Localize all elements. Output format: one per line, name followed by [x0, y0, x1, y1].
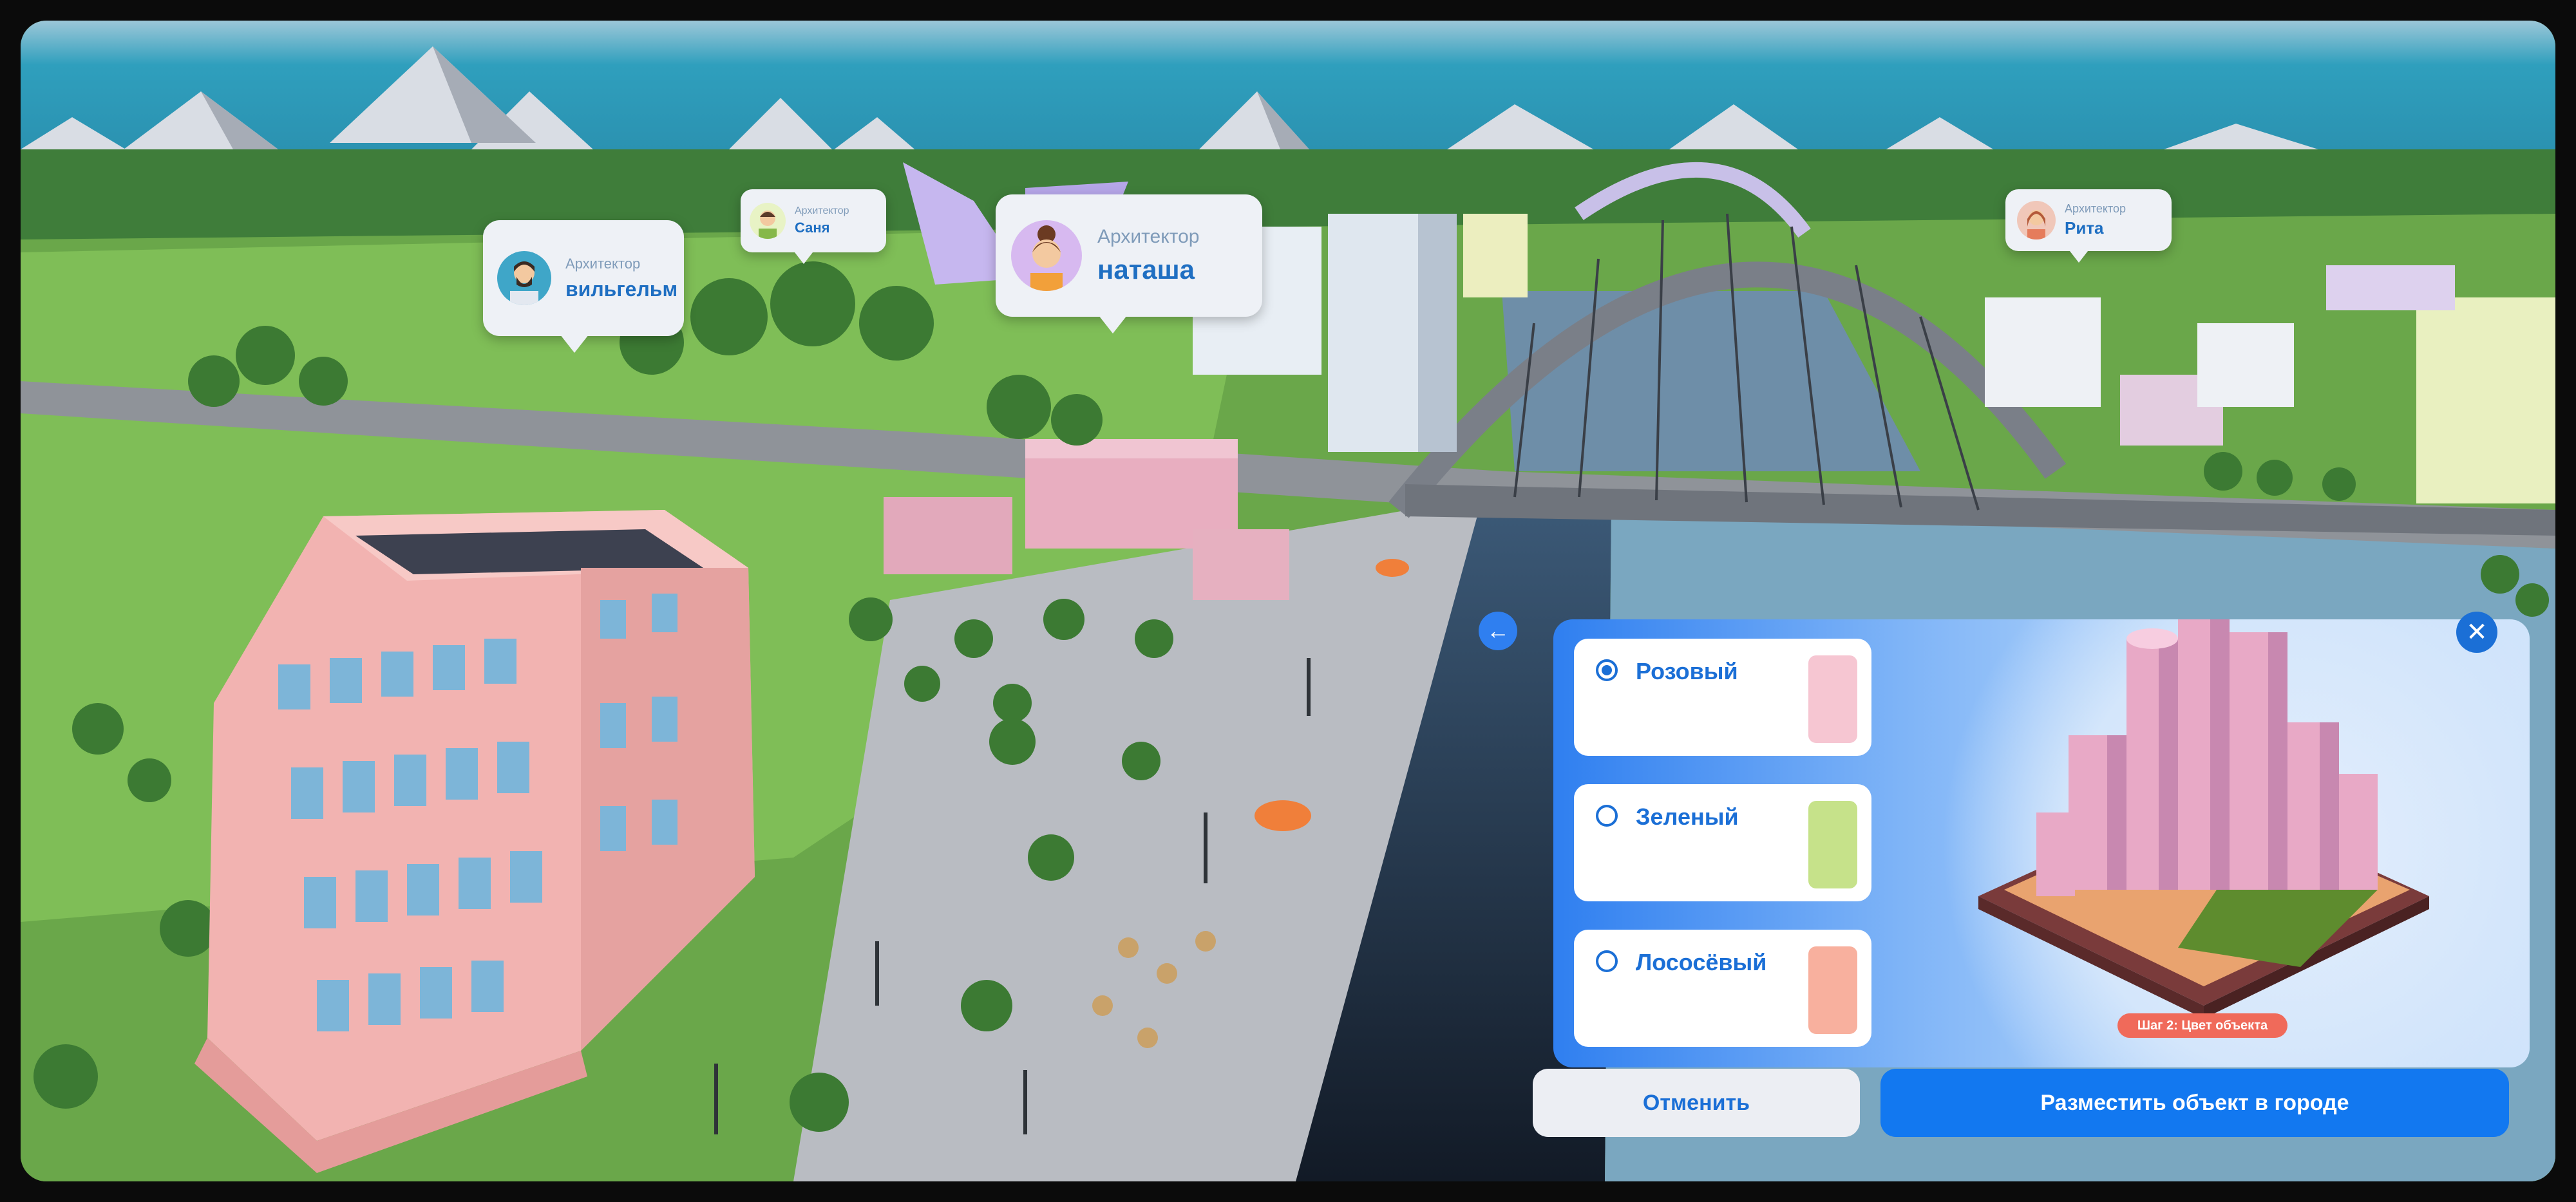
color-swatch — [1808, 655, 1857, 743]
avatar — [750, 203, 786, 239]
color-option-pink[interactable]: Розовый — [1574, 639, 1871, 756]
place-object-button[interactable]: Разместить объект в городе — [1880, 1069, 2509, 1137]
object-preview — [1978, 619, 2429, 1019]
architect-label-sanya: Архитектор Саня — [741, 189, 886, 264]
object-color-panel: Розовый Зеленый Лососёвый Шаг 2: Цвет об… — [1553, 619, 2530, 1067]
cancel-button[interactable]: Отменить — [1533, 1069, 1860, 1137]
radio-button[interactable] — [1596, 805, 1618, 827]
close-button[interactable]: ✕ — [2456, 612, 2497, 653]
color-swatch — [1808, 801, 1857, 888]
option-label: Розовый — [1636, 658, 1738, 684]
back-button[interactable]: ← — [1479, 612, 1517, 650]
role-text: Архитектор — [1097, 226, 1200, 247]
architect-label-natasha: Архитектор наташа — [996, 194, 1262, 333]
arrow-left-icon: ← — [1486, 617, 1510, 644]
color-option-green[interactable]: Зеленый — [1574, 784, 1871, 901]
step-badge: Шаг 2: Цвет объекта — [2117, 1013, 2287, 1038]
name-text: Рита — [2065, 218, 2104, 238]
role-text: Архитектор — [2065, 202, 2126, 215]
close-icon: ✕ — [2466, 618, 2488, 646]
option-label: Лососёвый — [1636, 949, 1767, 975]
option-label: Зеленый — [1636, 803, 1739, 830]
name-text: вильгельм — [565, 277, 678, 301]
color-swatch — [1808, 946, 1857, 1034]
name-text: Саня — [795, 220, 830, 236]
avatar — [2017, 201, 2056, 239]
architect-label-vilgelm: Архитектор вильгельм — [483, 220, 684, 353]
avatar — [1011, 220, 1082, 291]
avatar — [497, 251, 551, 305]
color-option-salmon[interactable]: Лососёвый — [1574, 930, 1871, 1047]
role-text: Архитектор — [565, 255, 641, 272]
architect-label-rita: Архитектор Рита — [2005, 189, 2172, 263]
role-text: Архитектор — [795, 205, 849, 216]
radio-button[interactable] — [1596, 950, 1618, 972]
name-text: наташа — [1097, 254, 1195, 285]
game-viewport[interactable]: Архитектор вильгельм Архитектор Саня Арх… — [21, 21, 2555, 1181]
radio-button[interactable] — [1596, 659, 1618, 681]
